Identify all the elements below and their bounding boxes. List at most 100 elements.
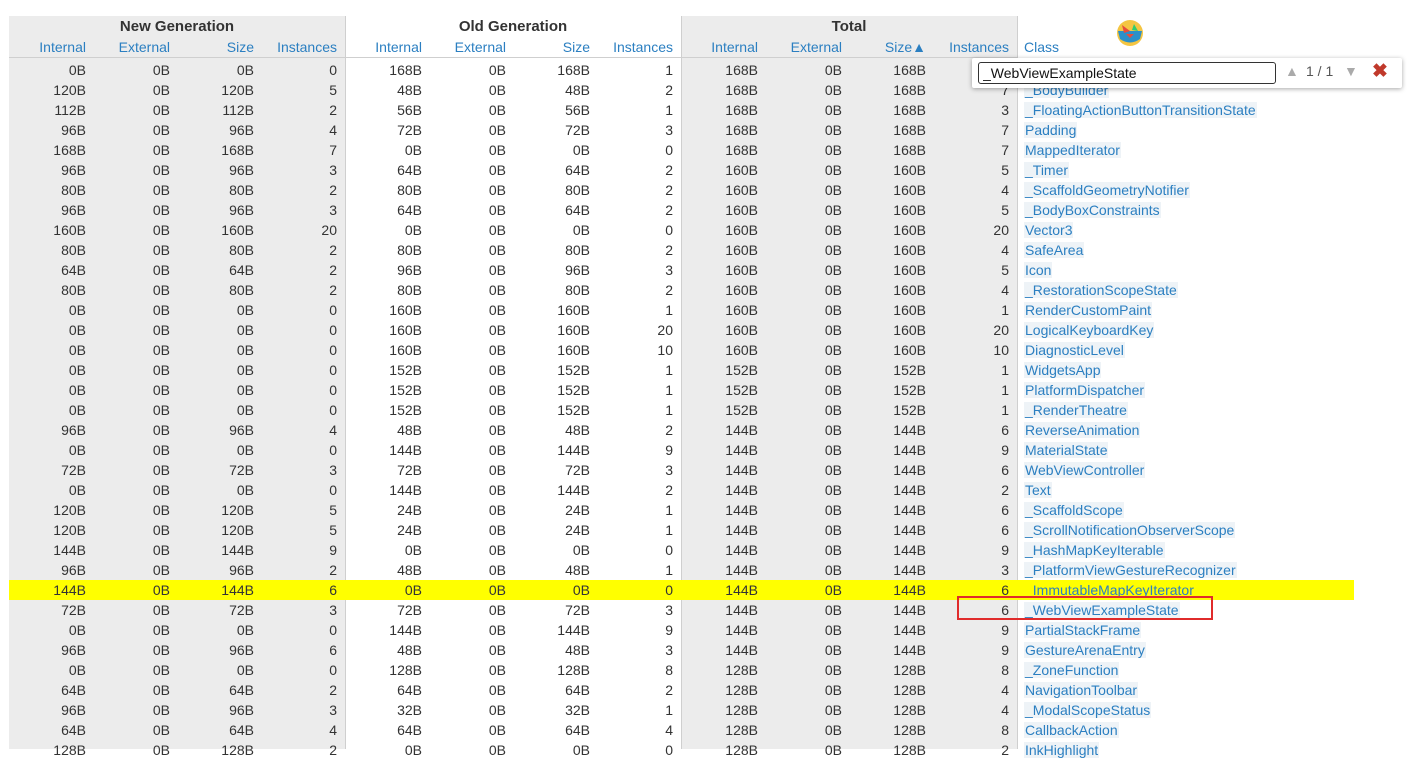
table-cell: 152B bbox=[557, 362, 590, 378]
class-name-link[interactable]: NavigationToolbar bbox=[1024, 680, 1139, 700]
class-name-label: PartialStackFrame bbox=[1024, 622, 1142, 638]
class-name-link[interactable]: _ZoneFunction bbox=[1024, 660, 1120, 680]
old-instances-header[interactable]: Instances bbox=[603, 38, 673, 56]
table-row[interactable]: 112B 0B 112B 2 56B 0B 56B 1 168B 0B 168B 3 _Floating… bbox=[0, 100, 1408, 120]
class-name-link[interactable]: _RenderTheatre bbox=[1024, 400, 1128, 420]
table-row[interactable]: 144B 0B 144B 9 0B 0B 0B 0 144B 0B 144B 9 _HashMapKey… bbox=[0, 540, 1408, 560]
total-external-header[interactable]: External bbox=[772, 38, 842, 56]
class-name-link[interactable]: MappedIterator bbox=[1024, 140, 1121, 160]
class-header[interactable]: Class bbox=[1024, 38, 1104, 56]
table-row[interactable]: 0B 0B 0B 0 144B 0B 144B 2 144B 0B 144B 2 Text bbox=[0, 480, 1408, 500]
old-size-header[interactable]: Size bbox=[520, 38, 590, 56]
class-name-label: Padding bbox=[1024, 122, 1078, 138]
table-row[interactable]: 0B 0B 0B 0 160B 0B 160B 10 160B 0B 160B 10 Diagnosti… bbox=[0, 340, 1408, 360]
class-name-link[interactable]: InkHighlight bbox=[1024, 740, 1100, 760]
table-cell: 0B bbox=[824, 402, 842, 418]
class-name-link[interactable]: _ModalScopeStatus bbox=[1024, 700, 1152, 720]
table-row[interactable]: 96B 0B 96B 2 48B 0B 48B 1 144B 0B 144B 3 _PlatformVi… bbox=[0, 560, 1408, 580]
table-cell: 0B bbox=[152, 262, 170, 278]
table-cell: 0B bbox=[488, 702, 506, 718]
table-row[interactable]: 120B 0B 120B 5 24B 0B 24B 1 144B 0B 144B 6 _Scaffold… bbox=[0, 500, 1408, 520]
class-name-link[interactable]: _FloatingActionButtonTransitionState bbox=[1024, 100, 1257, 120]
class-name-link[interactable]: _RestorationScopeState bbox=[1024, 280, 1178, 300]
table-row[interactable]: 64B 0B 64B 2 96B 0B 96B 3 160B 0B 160B 5 Icon bbox=[0, 260, 1408, 280]
table-cell: 64B bbox=[397, 202, 422, 218]
class-name-link[interactable]: _Timer bbox=[1024, 160, 1070, 180]
table-row[interactable]: 80B 0B 80B 2 80B 0B 80B 2 160B 0B 160B 4 _ScaffoldGe… bbox=[0, 180, 1408, 200]
class-name-link[interactable]: MaterialState bbox=[1024, 440, 1109, 460]
class-name-link[interactable]: CallbackAction bbox=[1024, 720, 1119, 740]
search-input[interactable] bbox=[978, 62, 1276, 84]
table-row[interactable]: 96B 0B 96B 4 48B 0B 48B 2 144B 0B 144B 6 ReverseAnim… bbox=[0, 420, 1408, 440]
table-row[interactable]: 0B 0B 0B 0 152B 0B 152B 1 152B 0B 152B 1 _RenderThea… bbox=[0, 400, 1408, 420]
table-row[interactable]: 96B 0B 96B 3 64B 0B 64B 2 160B 0B 160B 5 _Timer bbox=[0, 160, 1408, 180]
table-row[interactable]: 96B 0B 96B 3 32B 0B 32B 1 128B 0B 128B 4 _ModalScope… bbox=[0, 700, 1408, 720]
table-row[interactable]: 64B 0B 64B 4 64B 0B 64B 4 128B 0B 128B 8 CallbackAct… bbox=[0, 720, 1408, 740]
class-name-link[interactable]: WebViewController bbox=[1024, 460, 1146, 480]
class-name-link[interactable]: Vector3 bbox=[1024, 220, 1074, 240]
table-cell: 3 bbox=[665, 642, 673, 658]
class-name-link[interactable]: PartialStackFrame bbox=[1024, 620, 1142, 640]
table-cell: 0B bbox=[488, 62, 506, 78]
total-internal-header[interactable]: Internal bbox=[688, 38, 758, 56]
table-row[interactable]: 0B 0B 0B 0 144B 0B 144B 9 144B 0B 144B 9 MaterialSta… bbox=[0, 440, 1408, 460]
table-row[interactable]: 80B 0B 80B 2 80B 0B 80B 2 160B 0B 160B 4 _Restoratio… bbox=[0, 280, 1408, 300]
table-cell: 64B bbox=[397, 162, 422, 178]
class-name-link[interactable]: _ScrollNotificationObserverScope bbox=[1024, 520, 1236, 540]
table-cell: 0B bbox=[488, 382, 506, 398]
previous-match-button[interactable]: ▲ bbox=[1285, 63, 1299, 79]
table-row[interactable]: 120B 0B 120B 5 24B 0B 24B 1 144B 0B 144B 6 _ScrollNo… bbox=[0, 520, 1408, 540]
table-cell: 128B bbox=[893, 682, 926, 698]
next-match-button[interactable]: ▼ bbox=[1344, 63, 1358, 79]
class-name-link[interactable]: WidgetsApp bbox=[1024, 360, 1102, 380]
class-name-link[interactable]: _BodyBoxConstraints bbox=[1024, 200, 1161, 220]
table-row[interactable]: 0B 0B 0B 0 144B 0B 144B 9 144B 0B 144B 9 PartialStac… bbox=[0, 620, 1408, 640]
class-name-link[interactable]: Icon bbox=[1024, 260, 1053, 280]
table-row[interactable]: 0B 0B 0B 0 160B 0B 160B 20 160B 0B 160B 20 LogicalKe… bbox=[0, 320, 1408, 340]
table-row[interactable]: 96B 0B 96B 4 72B 0B 72B 3 168B 0B 168B 7 Padding bbox=[0, 120, 1408, 140]
table-cell: 1 bbox=[665, 702, 673, 718]
table-row[interactable]: 96B 0B 96B 6 48B 0B 48B 3 144B 0B 144B 9 GestureAren… bbox=[0, 640, 1408, 660]
class-name-link[interactable]: DiagnosticLevel bbox=[1024, 340, 1125, 360]
table-row[interactable]: 168B 0B 168B 7 0B 0B 0B 0 168B 0B 168B 7 MappedItera… bbox=[0, 140, 1408, 160]
class-name-link[interactable]: RenderCustomPaint bbox=[1024, 300, 1153, 320]
table-row[interactable]: 96B 0B 96B 3 64B 0B 64B 2 160B 0B 160B 5 _BodyBoxCon… bbox=[0, 200, 1408, 220]
table-row[interactable]: 0B 0B 0B 0 160B 0B 160B 1 160B 0B 160B 1 RenderCusto… bbox=[0, 300, 1408, 320]
new-instances-header[interactable]: Instances bbox=[267, 38, 337, 56]
class-name-link[interactable]: _PlatformViewGestureRecognizer bbox=[1024, 560, 1237, 580]
table-row[interactable]: 0B 0B 0B 0 152B 0B 152B 1 152B 0B 152B 1 WidgetsApp bbox=[0, 360, 1408, 380]
new-size-header[interactable]: Size bbox=[184, 38, 254, 56]
class-name-link[interactable]: LogicalKeyboardKey bbox=[1024, 320, 1155, 340]
old-internal-header[interactable]: Internal bbox=[352, 38, 422, 56]
class-name-link[interactable]: Text bbox=[1024, 480, 1052, 500]
class-name-link[interactable]: _HashMapKeyIterable bbox=[1024, 540, 1165, 560]
class-name-link[interactable]: _ScaffoldScope bbox=[1024, 500, 1124, 520]
class-name-link[interactable]: PlatformDispatcher bbox=[1024, 380, 1146, 400]
class-name-link[interactable]: SafeArea bbox=[1024, 240, 1085, 260]
close-search-icon[interactable]: ✖ bbox=[1372, 60, 1388, 83]
table-cell: 0B bbox=[68, 482, 86, 498]
class-name-link[interactable]: ReverseAnimation bbox=[1024, 420, 1141, 440]
class-name-link[interactable]: GestureArenaEntry bbox=[1024, 640, 1146, 660]
table-cell: 160B bbox=[725, 302, 758, 318]
old-external-header[interactable]: External bbox=[436, 38, 506, 56]
total-instances-header[interactable]: Instances bbox=[939, 38, 1009, 56]
table-row[interactable]: 0B 0B 0B 0 128B 0B 128B 8 128B 0B 128B 8 _ZoneFuncti… bbox=[0, 660, 1408, 680]
table-cell: 0B bbox=[488, 222, 506, 238]
class-name-link[interactable]: Padding bbox=[1024, 120, 1078, 140]
table-row[interactable]: 128B 0B 128B 2 0B 0B 0B 0 128B 0B 128B 2 InkHighligh… bbox=[0, 740, 1408, 760]
table-cell: 0B bbox=[152, 442, 170, 458]
new-internal-header[interactable]: Internal bbox=[16, 38, 86, 56]
table-row[interactable]: 64B 0B 64B 2 64B 0B 64B 2 128B 0B 128B 4 NavigationT… bbox=[0, 680, 1408, 700]
table-cell: 0B bbox=[68, 382, 86, 398]
table-row[interactable]: 0B 0B 0B 0 152B 0B 152B 1 152B 0B 152B 1 PlatformDis… bbox=[0, 380, 1408, 400]
table-cell: 128B bbox=[725, 682, 758, 698]
class-name-link[interactable]: _ScaffoldGeometryNotifier bbox=[1024, 180, 1190, 200]
table-cell: 32B bbox=[565, 702, 590, 718]
table-cell: 144B bbox=[893, 442, 926, 458]
table-row[interactable]: 80B 0B 80B 2 80B 0B 80B 2 160B 0B 160B 4 SafeArea bbox=[0, 240, 1408, 260]
table-row[interactable]: 160B 0B 160B 20 0B 0B 0B 0 160B 0B 160B 20 Vector3 bbox=[0, 220, 1408, 240]
table-row[interactable]: 72B 0B 72B 3 72B 0B 72B 3 144B 0B 144B 6 WebViewCont… bbox=[0, 460, 1408, 480]
total-size-header[interactable]: Size▲ bbox=[856, 38, 926, 56]
new-external-header[interactable]: External bbox=[100, 38, 170, 56]
